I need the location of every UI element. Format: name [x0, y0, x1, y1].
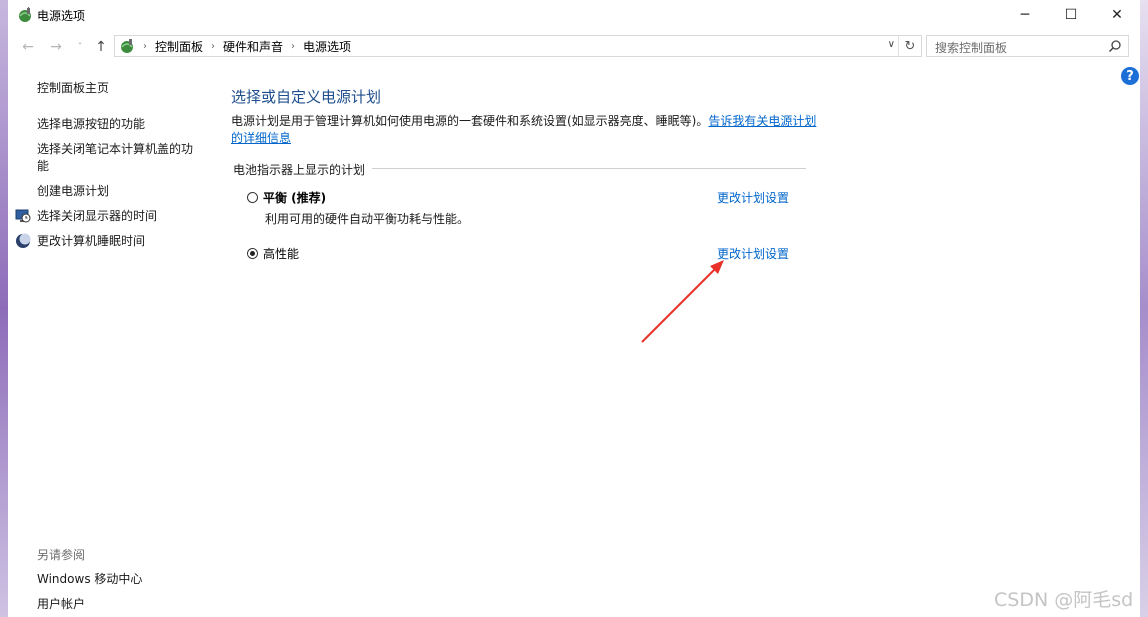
sidebar-item-display-off-time[interactable]: 选择关闭显示器的时间 [37, 208, 157, 225]
plan-balanced-radio[interactable] [247, 192, 258, 203]
plan-balanced-name[interactable]: 平衡 (推荐) [263, 189, 326, 206]
sidebar-item-create-plan[interactable]: 创建电源计划 [37, 183, 109, 200]
power-options-window: 电源选项 ─ ☐ ✕ ← → ˅ ↑ › 控制面板 › 硬件和声音 › 电源选项… [8, 0, 1140, 617]
back-button[interactable]: ← [18, 37, 38, 57]
moon-icon [16, 233, 31, 248]
sidebar-item-power-button[interactable]: 选择电源按钮的功能 [37, 116, 145, 133]
red-annotation-arrow [641, 260, 724, 343]
maximize-icon: ☐ [1064, 7, 1078, 23]
close-button[interactable]: ✕ [1094, 0, 1140, 30]
section-divider [372, 168, 806, 169]
desktop-background-left [0, 0, 8, 617]
breadcrumb-separator-icon: › [211, 40, 216, 52]
see-also-mobility-center[interactable]: Windows 移动中心 [37, 571, 142, 588]
breadcrumb-power-options[interactable]: 电源选项 [303, 38, 351, 55]
help-icon[interactable]: ? [1121, 67, 1139, 85]
forward-button[interactable]: → [46, 37, 66, 57]
close-icon: ✕ [1111, 7, 1123, 23]
plan-high-performance-radio[interactable] [247, 248, 258, 259]
monitor-clock-icon [15, 209, 31, 223]
sidebar-item-control-panel-home[interactable]: 控制面板主页 [37, 80, 109, 97]
minimize-icon: ─ [1020, 7, 1030, 23]
see-also-user-accounts[interactable]: 用户帐户 [37, 596, 85, 613]
csdn-watermark: CSDN @阿毛sd [994, 589, 1134, 611]
control-panel-icon [121, 39, 133, 53]
refresh-button[interactable]: ↻ [898, 36, 921, 56]
up-button[interactable]: ↑ [91, 37, 111, 57]
page-description: 电源计划是用于管理计算机如何使用电源的一套硬件和系统设置(如显示器亮度、睡眠等)… [231, 113, 821, 147]
maximize-button[interactable]: ☐ [1048, 0, 1094, 30]
minimize-button[interactable]: ─ [1002, 0, 1048, 30]
sidebar-item-sleep-time[interactable]: 更改计算机睡眠时间 [37, 233, 145, 250]
search-box[interactable]: 搜索控制面板 [926, 35, 1129, 57]
sidebar-item-lid-close[interactable]: 选择关闭笔记本计算机盖的功 能 [37, 141, 202, 175]
plan-high-performance-name[interactable]: 高性能 [263, 245, 299, 262]
breadcrumb-control-panel[interactable]: 控制面板 [155, 38, 203, 55]
address-bar[interactable]: › 控制面板 › 硬件和声音 › 电源选项 ∨ ↻ [114, 35, 922, 57]
section-heading: 电池指示器上显示的计划 [233, 163, 366, 177]
search-icon [1108, 40, 1121, 53]
page-title: 选择或自定义电源计划 [231, 88, 382, 106]
breadcrumb-separator-icon: › [143, 40, 147, 52]
title-bar: 电源选项 ─ ☐ ✕ [8, 0, 1140, 32]
recent-locations-button[interactable]: ˅ [70, 37, 90, 57]
forward-arrow-icon: → [50, 39, 62, 55]
see-also-heading: 另请参阅 [37, 548, 86, 562]
search-placeholder: 搜索控制面板 [935, 41, 1008, 55]
chevron-down-icon: ˅ [77, 41, 83, 53]
back-arrow-icon: ← [22, 39, 34, 55]
description-text: 电源计划是用于管理计算机如何使用电源的一套硬件和系统设置(如显示器亮度、睡眠等)… [231, 114, 709, 128]
breadcrumb-hardware-sound[interactable]: 硬件和声音 [223, 38, 283, 55]
address-dropdown-icon[interactable]: ∨ [888, 39, 895, 50]
plan-balanced-description: 利用可用的硬件自动平衡功耗与性能。 [265, 212, 470, 226]
window-title: 电源选项 [37, 9, 86, 23]
plan-balanced-change-settings-link[interactable]: 更改计划设置 [717, 189, 789, 206]
navigation-bar: ← → ˅ ↑ › 控制面板 › 硬件和声音 › 电源选项 ∨ ↻ 搜索控制面板 [8, 35, 1140, 59]
breadcrumb-separator-icon: › [291, 40, 296, 52]
refresh-icon: ↻ [904, 38, 916, 54]
power-options-app-icon [19, 7, 31, 22]
desktop-background-right [1140, 0, 1148, 617]
up-arrow-icon: ↑ [95, 39, 107, 55]
